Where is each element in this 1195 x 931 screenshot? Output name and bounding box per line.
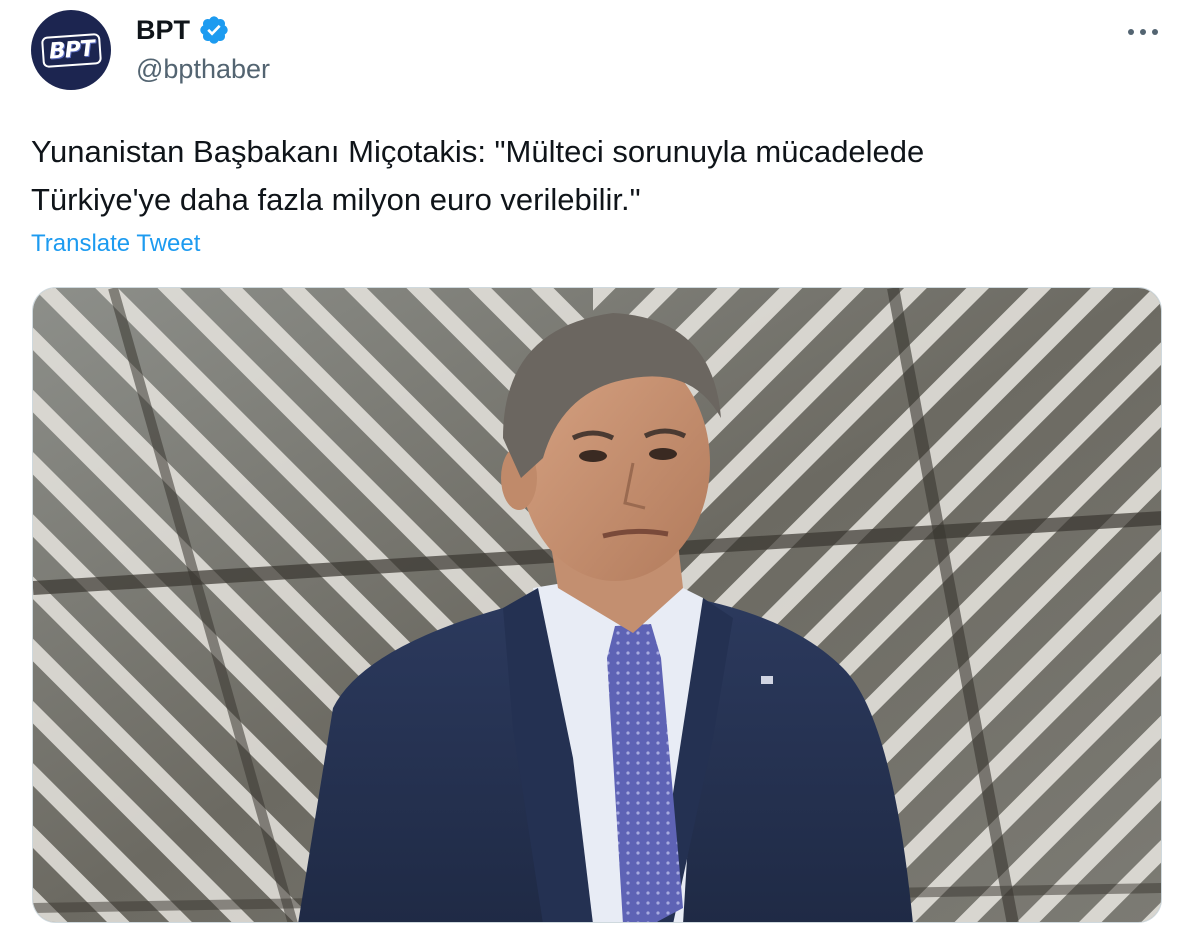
translate-tweet-link[interactable]: Translate Tweet <box>31 230 200 258</box>
tweet-text: Yunanistan Başbakanı Miçotakis: "Mülteci… <box>31 128 1151 224</box>
tweet-photo[interactable] <box>32 287 1162 923</box>
photo-scene <box>33 288 1161 922</box>
author-display-name[interactable]: BPT <box>136 15 190 46</box>
more-options-icon[interactable] <box>1125 20 1161 44</box>
avatar[interactable]: BPT <box>31 10 111 90</box>
author-handle[interactable]: @bpthaber <box>136 54 270 85</box>
tweet-card: BPT BPT @bpthaber Yunanistan Başbakanı M… <box>0 0 1195 931</box>
verified-badge-icon <box>198 14 230 46</box>
avatar-logo: BPT <box>40 32 102 68</box>
tweet-text-line: Türkiye'ye daha fazla milyon euro verile… <box>31 182 641 217</box>
tweet-text-line: Yunanistan Başbakanı Miçotakis: "Mülteci… <box>31 134 925 169</box>
author-name-row: BPT <box>136 14 230 46</box>
